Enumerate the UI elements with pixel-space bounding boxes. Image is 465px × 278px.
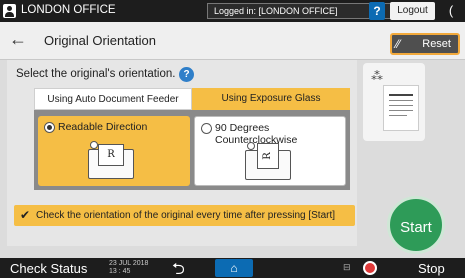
energy-saver-icon[interactable]: ( <box>440 1 462 21</box>
page-title: Original Orientation <box>44 33 156 48</box>
reset-button[interactable]: ⁄⁄ Reset <box>390 33 460 55</box>
check-orientation-toggle[interactable]: ✔ Check the orientation of the original … <box>14 205 355 226</box>
document-glyph: R <box>257 143 279 169</box>
stop-icon[interactable] <box>363 261 377 275</box>
memory-icon: ⊟ <box>343 262 351 272</box>
location-name: LONDON OFFICE <box>21 4 116 16</box>
document-glyph: R <box>98 144 124 166</box>
option-90-ccw[interactable]: 90 Degrees Counterclockwise R <box>194 116 346 186</box>
date-text: 23 JUL 2018 <box>109 260 149 267</box>
time-text: 13 : 45 <box>109 268 131 275</box>
help-button[interactable]: ? <box>369 2 385 20</box>
page-thumbnail <box>383 85 419 131</box>
orientation-prompt: Select the original's orientation. <box>16 68 176 80</box>
reset-label: Reset <box>422 38 451 50</box>
radio-selected-icon <box>44 122 55 133</box>
help-icon[interactable]: ? <box>179 67 194 82</box>
check-status-button[interactable]: Check Status <box>10 261 87 276</box>
right-panel: ⁂ Start <box>357 60 465 254</box>
option-label: Readable Direction <box>58 121 148 133</box>
title-bar: ← Original Orientation ⁄⁄ Reset <box>0 22 465 60</box>
logout-button[interactable]: Logout <box>390 2 435 20</box>
orientation-panel: Select the original's orientation. ? Usi… <box>7 60 357 246</box>
tab-auto-document-feeder[interactable]: Using Auto Document Feeder <box>34 88 192 110</box>
back-arrow-button[interactable]: ← <box>9 30 27 48</box>
preview-panel: ⁂ <box>363 63 425 141</box>
eraser-icon: ⁄⁄ <box>396 37 401 51</box>
login-status-field: Logged in: [LONDON OFFICE] ⌟ <box>207 3 421 19</box>
dots-icon: ⁂ <box>371 69 383 83</box>
back-icon[interactable]: ⮌ <box>172 258 185 278</box>
user-icon <box>3 4 16 18</box>
scanner-readable-icon: R <box>88 141 134 179</box>
orientation-options: Readable Direction R 90 Degrees Counterc… <box>34 110 350 190</box>
check-orientation-label: Check the orientation of the original ev… <box>36 210 336 221</box>
stop-button[interactable]: Stop <box>418 261 445 276</box>
start-button[interactable]: Start <box>387 196 445 254</box>
scanner-rotated-icon: R <box>245 142 291 180</box>
home-icon[interactable]: ⌂ <box>215 259 253 277</box>
radio-unselected-icon <box>201 123 212 134</box>
bottom-bar: Check Status 23 JUL 2018 13 : 45 ⮌ ⌂ ⊟ S… <box>0 258 465 278</box>
date-time: 23 JUL 2018 13 : 45 <box>109 260 148 276</box>
option-readable-direction[interactable]: Readable Direction R <box>38 116 190 186</box>
tab-exposure-glass[interactable]: Using Exposure Glass <box>192 88 350 110</box>
top-status-bar: LONDON OFFICE Logged in: [LONDON OFFICE]… <box>0 0 465 22</box>
login-status-text: Logged in: [LONDON OFFICE] <box>214 6 338 16</box>
checkmark-icon: ✔ <box>20 208 31 222</box>
